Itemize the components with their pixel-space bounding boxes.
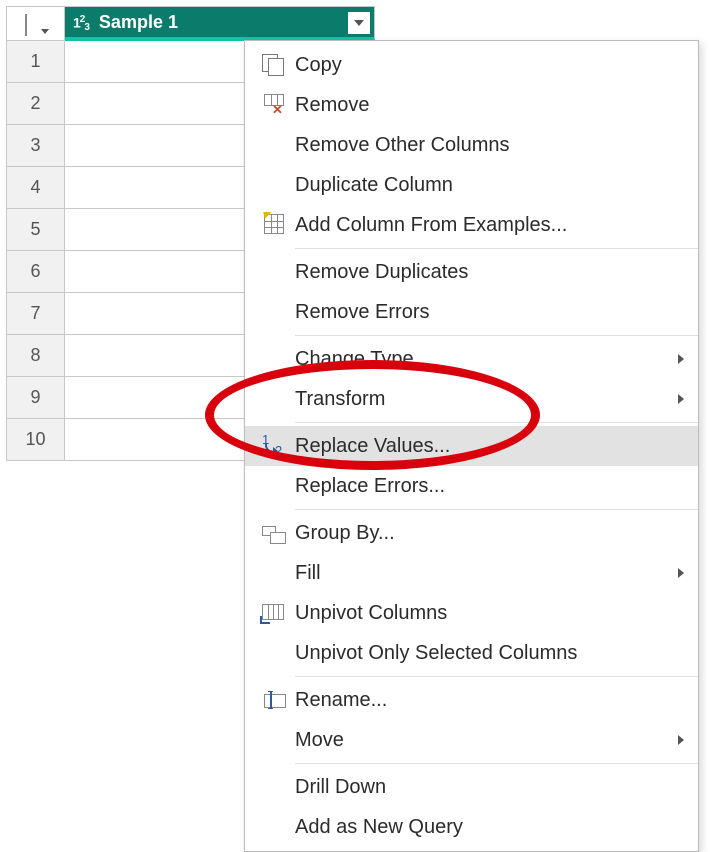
menu-label: Unpivot Columns xyxy=(295,602,684,625)
submenu-arrow-icon xyxy=(678,394,684,404)
menu-separator xyxy=(295,509,698,510)
menu-item-add-as-query[interactable]: Add as New Query xyxy=(245,807,698,847)
row-header[interactable]: 6 xyxy=(7,251,65,293)
menu-item-replace-errors[interactable]: Replace Errors... xyxy=(245,466,698,506)
row-header[interactable]: 7 xyxy=(7,293,65,335)
rename-icon xyxy=(262,689,286,711)
add-column-examples-icon xyxy=(262,214,286,236)
menu-item-replace-values[interactable]: 12 Replace Values... xyxy=(245,426,698,466)
menu-item-group-by[interactable]: Group By... xyxy=(245,513,698,553)
menu-item-remove-other[interactable]: Remove Other Columns xyxy=(245,125,698,165)
group-by-icon xyxy=(262,522,286,544)
row-header[interactable]: 4 xyxy=(7,167,65,209)
menu-item-copy[interactable]: Copy xyxy=(245,45,698,85)
unpivot-icon xyxy=(262,602,286,624)
menu-label: Change Type xyxy=(295,348,672,371)
menu-item-remove-duplicates[interactable]: Remove Duplicates xyxy=(245,252,698,292)
menu-label: Remove xyxy=(295,94,684,117)
column-context-menu: Copy Remove Remove Other Columns Duplica… xyxy=(244,40,699,852)
submenu-arrow-icon xyxy=(678,354,684,364)
select-all-corner[interactable] xyxy=(7,7,65,41)
column-header-sample1[interactable]: 123 Sample 1 xyxy=(65,7,375,41)
menu-separator xyxy=(295,676,698,677)
menu-label: Unpivot Only Selected Columns xyxy=(295,642,684,665)
menu-label: Copy xyxy=(295,54,684,77)
copy-icon xyxy=(262,54,286,76)
menu-separator xyxy=(295,422,698,423)
grid-header-row: 123 Sample 1 xyxy=(7,7,375,41)
menu-item-unpivot[interactable]: Unpivot Columns xyxy=(245,593,698,633)
row-header[interactable]: 2 xyxy=(7,83,65,125)
menu-item-fill[interactable]: Fill xyxy=(245,553,698,593)
replace-values-icon: 12 xyxy=(262,435,286,457)
row-header[interactable]: 3 xyxy=(7,125,65,167)
menu-label: Remove Other Columns xyxy=(295,134,684,157)
menu-item-transform[interactable]: Transform xyxy=(245,379,698,419)
menu-item-unpivot-selected[interactable]: Unpivot Only Selected Columns xyxy=(245,633,698,673)
column-name: Sample 1 xyxy=(99,12,178,33)
menu-item-remove-errors[interactable]: Remove Errors xyxy=(245,292,698,332)
row-header[interactable]: 5 xyxy=(7,209,65,251)
menu-label: Move xyxy=(295,729,672,752)
menu-item-duplicate[interactable]: Duplicate Column xyxy=(245,165,698,205)
menu-label: Replace Values... xyxy=(295,435,684,458)
row-header[interactable]: 10 xyxy=(7,419,65,461)
menu-label: Transform xyxy=(295,388,672,411)
menu-item-add-from-examples[interactable]: Add Column From Examples... xyxy=(245,205,698,245)
menu-separator xyxy=(295,248,698,249)
menu-label: Add as New Query xyxy=(295,816,684,839)
menu-label: Replace Errors... xyxy=(295,475,684,498)
row-header[interactable]: 1 xyxy=(7,41,65,83)
menu-item-change-type[interactable]: Change Type xyxy=(245,339,698,379)
menu-label: Add Column From Examples... xyxy=(295,214,684,237)
menu-item-rename[interactable]: Rename... xyxy=(245,680,698,720)
column-filter-dropdown[interactable] xyxy=(348,12,370,34)
menu-label: Rename... xyxy=(295,689,684,712)
row-header[interactable]: 8 xyxy=(7,335,65,377)
menu-separator xyxy=(295,335,698,336)
row-header[interactable]: 9 xyxy=(7,377,65,419)
menu-label: Duplicate Column xyxy=(295,174,684,197)
table-icon xyxy=(25,15,47,33)
menu-separator xyxy=(295,763,698,764)
menu-item-drill-down[interactable]: Drill Down xyxy=(245,767,698,807)
submenu-arrow-icon xyxy=(678,568,684,578)
remove-column-icon xyxy=(262,94,286,116)
menu-label: Fill xyxy=(295,562,672,585)
menu-item-move[interactable]: Move xyxy=(245,720,698,760)
menu-label: Drill Down xyxy=(295,776,684,799)
submenu-arrow-icon xyxy=(678,735,684,745)
menu-label: Remove Duplicates xyxy=(295,261,684,284)
menu-item-remove[interactable]: Remove xyxy=(245,85,698,125)
menu-label: Remove Errors xyxy=(295,301,684,324)
whole-number-icon: 123 xyxy=(73,14,89,31)
menu-label: Group By... xyxy=(295,522,684,545)
